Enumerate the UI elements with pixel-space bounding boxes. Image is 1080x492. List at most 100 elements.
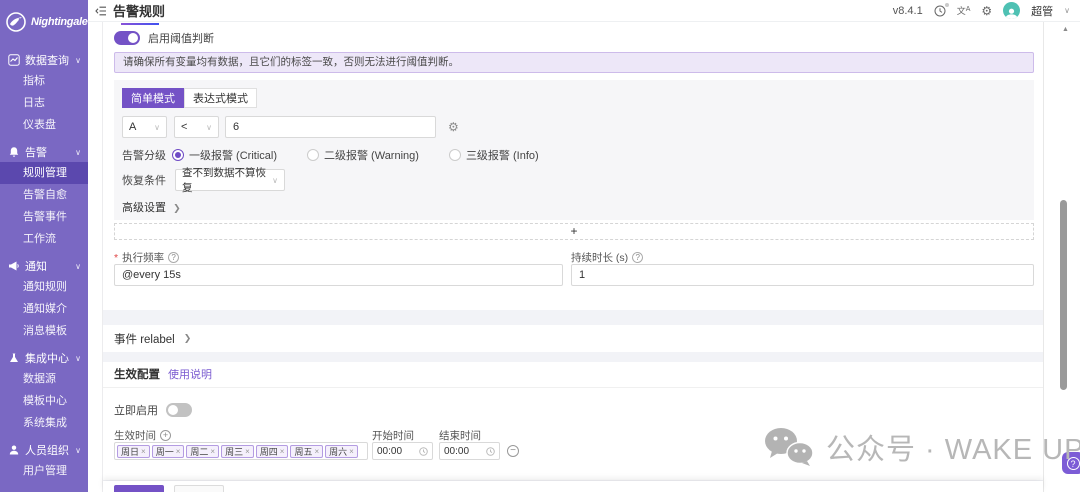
severity-option-warning[interactable]: 二级报警 (Warning) (307, 147, 419, 163)
condition-variable-value: A (129, 121, 137, 133)
content-area: 启用阈值判断 请确保所有变量均有数据，且它们的标签一致，否则无法进行阈值判断。 … (102, 22, 1044, 492)
close-icon[interactable]: × (349, 447, 354, 456)
sidebar-group-personnel-org[interactable]: 人员组织 ∨ (0, 440, 88, 460)
question-circle-icon: ? (1066, 456, 1080, 470)
active-tab-indicator (121, 23, 159, 25)
logo[interactable]: Nightingale (0, 0, 88, 44)
sidebar-item-notification-media[interactable]: 通知媒介 (0, 298, 88, 320)
condition-variable-select[interactable]: A ∨ (122, 116, 167, 138)
topbar-right: v8.4.1 文A ⚙ 超管 ∨ (893, 2, 1070, 19)
radio-icon (172, 149, 184, 161)
user-icon (7, 444, 20, 457)
event-relabel-card[interactable]: 事件 relabel ❯ (103, 325, 1043, 352)
chevron-down-icon: ∨ (75, 445, 81, 455)
condition-settings-gear-icon[interactable]: ⚙ (448, 120, 459, 134)
save-button[interactable] (114, 485, 164, 492)
weekday-tag: 周二 × (186, 444, 220, 458)
condition-value-input[interactable] (225, 116, 436, 138)
sidebar-item-rules-management[interactable]: 规则管理 (0, 162, 88, 184)
add-condition-button[interactable]: + (114, 223, 1034, 240)
clock-icon[interactable] (934, 2, 949, 17)
sidebar-item-alert-self-healing[interactable]: 告警自愈 (0, 184, 88, 206)
clock-icon (419, 446, 428, 456)
sidebar-item-alert-events[interactable]: 告警事件 (0, 206, 88, 228)
sidebar-item-notification-rules[interactable]: 通知规则 (0, 276, 88, 298)
tab-simple-mode[interactable]: 简单模式 (122, 88, 184, 108)
close-icon[interactable]: × (314, 447, 319, 456)
sidebar-item-template-center[interactable]: 模板中心 (0, 390, 88, 412)
page-title: 告警规则 (113, 4, 166, 19)
sidebar-item-message-templates[interactable]: 消息模板 (0, 320, 88, 342)
close-icon[interactable]: × (176, 447, 181, 456)
weekday-multiselect[interactable]: 周日 × 周一 × 周二 × 周三 × 周四 × 周五 × 周六 × (114, 442, 368, 460)
sidebar-item-dashboards[interactable]: 仪表盘 (0, 114, 88, 136)
advanced-settings-link[interactable]: 高级设置 ❯ (122, 199, 181, 215)
sidebar-item-data-sources[interactable]: 数据源 (0, 368, 88, 390)
weekday-tag-label: 周六 (329, 446, 348, 457)
severity-option-info[interactable]: 三级报警 (Info) (448, 147, 539, 163)
chevron-down-icon: ∨ (75, 147, 81, 157)
severity-option-critical[interactable]: 一级报警 (Critical) (172, 147, 277, 163)
close-icon[interactable]: × (141, 447, 146, 456)
severity-label: 告警分级 (122, 150, 166, 162)
flask-icon (7, 352, 20, 365)
enable-now-toggle[interactable] (166, 403, 192, 417)
effective-time-label: 生效时间 (114, 430, 156, 442)
question-circle-icon[interactable]: ? (168, 252, 180, 263)
close-icon[interactable]: × (280, 447, 285, 456)
version-label: v8.4.1 (892, 4, 923, 17)
radio-icon (307, 149, 319, 161)
help-floating-button[interactable]: ? (1062, 452, 1080, 474)
cancel-button[interactable] (174, 485, 224, 492)
sidebar-group-integration-center[interactable]: 集成中心 ∨ (0, 348, 88, 368)
sidebar-item-system-integration[interactable]: 系统集成 (0, 412, 88, 434)
start-time-input[interactable]: 00:00 (372, 442, 433, 460)
plus-circle-icon[interactable]: + (160, 430, 171, 441)
sidebar-item-logs[interactable]: 日志 (0, 92, 88, 114)
recover-condition-value: 查不到数据不算恢复 (182, 167, 266, 194)
close-icon[interactable]: × (245, 447, 250, 456)
tab-expression-mode[interactable]: 表达式模式 (184, 88, 257, 108)
gear-icon[interactable]: ⚙ (981, 5, 992, 17)
brand-name: Nightingale (31, 16, 88, 28)
main-area: 告警规则 v8.4.1 文A ⚙ 超管 ∨ 启用阈值判断 请确保所有变量均有数据… (88, 0, 1080, 492)
question-circle-icon[interactable]: ? (632, 252, 644, 263)
usage-help-link[interactable]: 使用说明 (168, 362, 212, 388)
scrollbar-up-arrow[interactable]: ▲ (1062, 26, 1069, 33)
weekday-tag-label: 周三 (225, 446, 244, 457)
advanced-settings-label: 高级设置 (122, 202, 166, 214)
sidebar-item-metrics[interactable]: 指标 (0, 70, 88, 92)
recover-condition-select[interactable]: 查不到数据不算恢复 ∨ (175, 167, 285, 194)
frequency-input[interactable] (114, 264, 563, 286)
duration-input[interactable] (571, 264, 1034, 286)
sidebar-item-workflow[interactable]: 工作流 (0, 228, 88, 250)
enable-now-row: 立即启用 (114, 402, 192, 418)
end-time-input[interactable]: 00:00 (439, 442, 500, 460)
duration-label-row: 持续时长 (s) ? (571, 250, 644, 265)
enable-threshold-toggle[interactable] (114, 31, 140, 45)
chevron-down-icon[interactable]: ∨ (1064, 6, 1070, 15)
sidebar-group-alerts[interactable]: 告警 ∨ (0, 142, 88, 162)
sidebar-group-data-query[interactable]: 数据查询 ∨ (0, 50, 88, 70)
weekday-tag: 周三 × (221, 444, 254, 458)
notification-dot (944, 2, 949, 7)
sidebar-group-notifications[interactable]: 通知 ∨ (0, 256, 88, 276)
frequency-label-row: * 执行频率 ? (114, 250, 180, 265)
avatar[interactable] (1003, 2, 1021, 19)
condition-operator-select[interactable]: < ∨ (174, 116, 219, 138)
username[interactable]: 超管 (1031, 3, 1053, 19)
chevron-down-icon: ∨ (272, 175, 278, 185)
chevron-down-icon: ∨ (206, 122, 212, 132)
minus-circle-icon[interactable]: − (507, 445, 519, 457)
severity-option-label: 二级报警 (Warning) (324, 150, 419, 162)
chevron-right-icon: ❯ (173, 203, 181, 213)
event-relabel-title: 事件 relabel (114, 333, 175, 346)
menu-fold-icon[interactable] (95, 5, 107, 17)
scrollbar-thumb[interactable] (1060, 200, 1067, 390)
translate-icon[interactable]: 文A (957, 4, 971, 17)
sidebar-item-user-management[interactable]: 用户管理 (0, 460, 88, 482)
effective-config-header: 生效配置 使用说明 (103, 362, 1043, 388)
weekday-tag-label: 周五 (294, 446, 313, 457)
close-icon[interactable]: × (210, 447, 215, 456)
severity-row: 告警分级 一级报警 (Critical) 二级报警 (Warning) 三级报警… (122, 147, 563, 163)
